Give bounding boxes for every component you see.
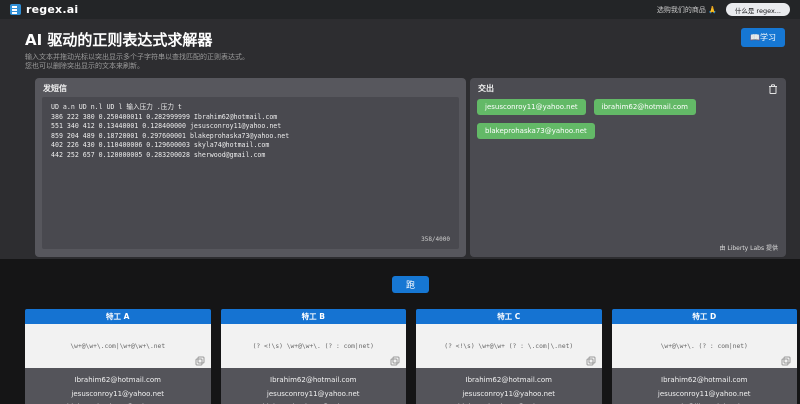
agent-regex-panel: \w+@\w+\.com|\w+@\w+\.net	[25, 324, 211, 368]
agent-card: 特工 B (? <!\s) \w+@\w+\. (? : com|net) Ib…	[221, 309, 407, 404]
page-subtitle-line2: 您也可以删除突出显示的文本来刷新。	[25, 61, 144, 71]
match-item: jesusconroy11@yahoo.net	[25, 388, 211, 402]
match-badge: blakeprohaska73@yahoo.net	[477, 123, 595, 139]
match-badges: jesusconroy11@yahoo.net ibrahim62@hotmail…	[477, 99, 779, 139]
match-badge: ibrahim62@hotmail.com	[594, 99, 696, 115]
text-line: UD a.n UD n.l UD l 输入压力 .压力 t	[51, 103, 450, 113]
copy-icon[interactable]	[390, 354, 400, 364]
copy-icon[interactable]	[195, 354, 205, 364]
input-panel-label: 发短信	[43, 83, 67, 94]
agent-card: 特工 C (? <!\s) \w+@\w+ (? : \.com|\.net) …	[416, 309, 602, 404]
agent-card-title[interactable]: 特工 B	[221, 309, 407, 324]
agent-match-list: Ibrahim62@hotmail.comjesusconroy11@yahoo…	[612, 368, 798, 404]
text-line: 551 340 412 0.13440001 0.128400000 jesus…	[51, 122, 450, 132]
agent-regex: \w+@\w+\. (? : com|net)	[661, 343, 748, 350]
agent-regex: (? <!\s) \w+@\w+ (? : \.com|\.net)	[444, 343, 573, 350]
shop-products-link[interactable]: 选购我们的商品 🙏	[657, 5, 717, 15]
match-item: Ibrahim62@hotmail.com	[612, 374, 798, 388]
agent-regex-panel: \w+@\w+\. (? : com|net)	[612, 324, 798, 368]
agent-card-title[interactable]: 特工 D	[612, 309, 798, 324]
text-line: 402 226 430 0.110400006 0.129600003 skyl…	[51, 141, 450, 151]
match-item: Ibrahim62@hotmail.com	[25, 374, 211, 388]
agent-regex: \w+@\w+\.com|\w+@\w+\.net	[70, 343, 165, 350]
navbar-right: 选购我们的商品 🙏 什么是 regex...	[657, 3, 790, 16]
what-is-regex-button[interactable]: 什么是 regex...	[726, 3, 790, 16]
copy-icon[interactable]	[586, 354, 596, 364]
match-item: jesusconroy11@yahoo.net	[416, 388, 602, 402]
text-line: 386 222 380 0.250400011 0.282999999 Ibra…	[51, 113, 450, 123]
trash-icon[interactable]	[767, 83, 779, 95]
output-panel: 交出 jesusconroy11@yahoo.net ibrahim62@hotm…	[470, 78, 786, 257]
agent-match-list: Ibrahim62@hotmail.comjesusconroy11@yahoo…	[221, 368, 407, 404]
agent-regex-panel: (? <!\s) \w+@\w+ (? : \.com|\.net)	[416, 324, 602, 368]
match-item: Ibrahim62@hotmail.com	[221, 374, 407, 388]
navbar: regex.ai 选购我们的商品 🙏 什么是 regex...	[0, 0, 800, 19]
agent-match-list: Ibrahim62@hotmail.comjesusconroy11@yahoo…	[25, 368, 211, 404]
agent-match-list: Ibrahim62@hotmail.comjesusconroy11@yahoo…	[416, 368, 602, 404]
page-title: AI 驱动的正则表达式求解器	[25, 29, 212, 50]
agent-card: 特工 D \w+@\w+\. (? : com|net) Ibrahim62@h…	[612, 309, 798, 404]
match-item: jesusconroy11@yahoo.net	[612, 388, 798, 402]
agent-card: 特工 A \w+@\w+\.com|\w+@\w+\.net Ibrahim62…	[25, 309, 211, 404]
run-button[interactable]: 跑	[392, 276, 429, 293]
match-item: jesusconroy11@yahoo.net	[221, 388, 407, 402]
text-line: 442 252 657 0.120000005 0.283200028 sher…	[51, 151, 450, 161]
brand-name: regex.ai	[26, 3, 78, 16]
text-input-area[interactable]: UD a.n UD n.l UD l 输入压力 .压力 t386 222 380…	[42, 97, 459, 249]
agent-card-title[interactable]: 特工 C	[416, 309, 602, 324]
liberty-labs-credit: 由 Liberty Labs 提供	[719, 243, 778, 252]
brand-logo-icon	[10, 4, 21, 15]
agent-regex-panel: (? <!\s) \w+@\w+\. (? : com|net)	[221, 324, 407, 368]
match-badge: jesusconroy11@yahoo.net	[477, 99, 586, 115]
agent-cards-row: 特工 A \w+@\w+\.com|\w+@\w+\.net Ibrahim62…	[25, 309, 797, 404]
learn-button[interactable]: 📖学习	[741, 28, 785, 47]
text-input-panel: 发短信 UD a.n UD n.l UD l 输入压力 .压力 t386 222…	[35, 78, 466, 257]
match-item: Ibrahim62@hotmail.com	[416, 374, 602, 388]
output-panel-label: 交出	[478, 83, 494, 94]
agent-card-title[interactable]: 特工 A	[25, 309, 211, 324]
text-line: 859 204 489 0.18720001 0.297600001 blake…	[51, 132, 450, 142]
input-text-lines: UD a.n UD n.l UD l 输入压力 .压力 t386 222 380…	[51, 103, 450, 161]
char-counter: 358/4000	[421, 235, 450, 245]
copy-icon[interactable]	[781, 354, 791, 364]
agent-regex: (? <!\s) \w+@\w+\. (? : com|net)	[253, 343, 374, 350]
